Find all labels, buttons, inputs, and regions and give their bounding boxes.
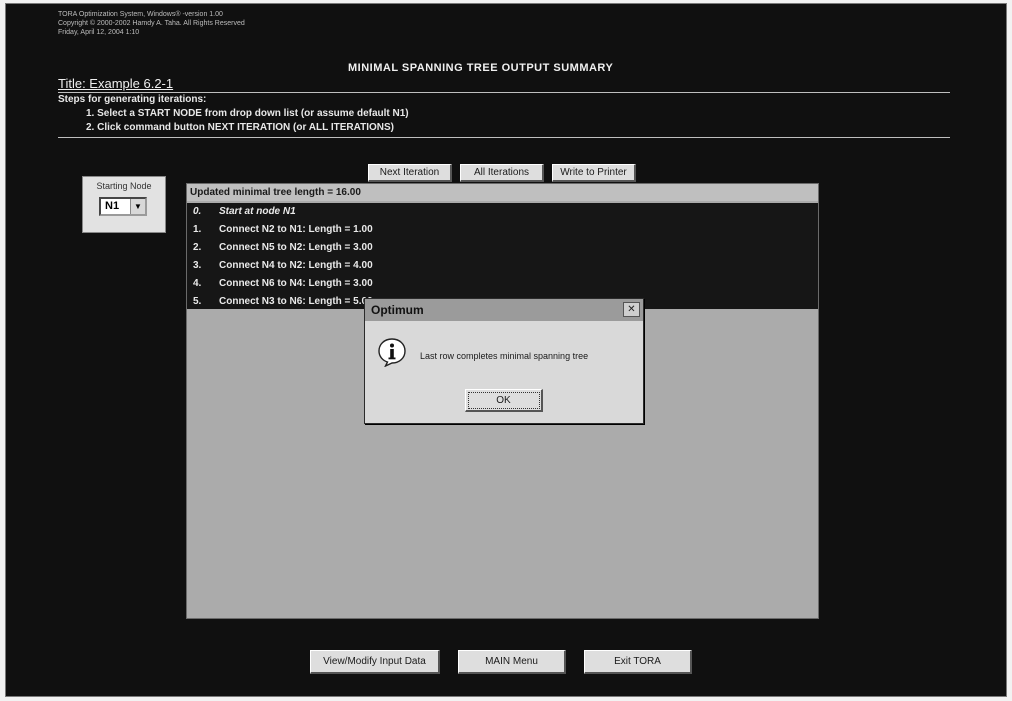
steps-heading: Steps for generating iterations:: [58, 94, 207, 105]
tree-length-header: Updated minimal tree length = 16.00: [187, 184, 818, 201]
copyright-notice: TORA Optimization System, Windows® -vers…: [58, 10, 245, 37]
row-text: Start at node N1: [219, 206, 296, 217]
iteration-list[interactable]: 0. Start at node N1 1. Connect N2 to N1: L…: [187, 203, 818, 309]
divider: [58, 92, 950, 93]
starting-node-box: Starting Node N1 ▼: [82, 176, 166, 233]
copyright-line: Friday, April 12, 2004 1:10: [58, 29, 140, 36]
row-number: 5.: [193, 296, 202, 307]
starting-node-label: Starting Node: [96, 181, 152, 191]
chevron-down-icon[interactable]: ▼: [130, 199, 145, 214]
example-title: Title: Example 6.2-1: [58, 76, 174, 91]
main-menu-button[interactable]: MAIN Menu: [458, 650, 566, 674]
selected-node-value: N1: [105, 200, 120, 212]
row-text: Connect N3 to N6: Length = 5.00: [219, 296, 373, 307]
list-item: 5. Connect N3 to N6: Length = 5.00: [193, 293, 373, 311]
copyright-line: TORA Optimization System, Windows® -vers…: [58, 11, 223, 18]
row-number: 2.: [193, 242, 202, 253]
close-icon[interactable]: ✕: [623, 302, 640, 317]
row-number: 3.: [193, 260, 202, 271]
row-text: Connect N6 to N4: Length = 3.00: [219, 278, 373, 289]
row-text: Connect N2 to N1: Length = 1.00: [219, 224, 373, 235]
list-item: 1. Connect N2 to N1: Length = 1.00: [193, 221, 373, 239]
divider: [58, 137, 950, 138]
row-text: Connect N5 to N2: Length = 3.00: [219, 242, 373, 253]
ok-button[interactable]: OK: [465, 389, 543, 412]
row-number: 4.: [193, 278, 202, 289]
list-item: 0. Start at node N1: [193, 203, 296, 221]
list-item: 4. Connect N6 to N4: Length = 3.00: [193, 275, 373, 293]
list-item: 3. Connect N4 to N2: Length = 4.00: [193, 257, 373, 275]
next-iteration-button[interactable]: Next Iteration: [368, 164, 452, 182]
page-title: MINIMAL SPANNING TREE OUTPUT SUMMARY: [348, 62, 614, 74]
optimum-dialog: Optimum ✕ Last row completes minimal spa…: [364, 298, 644, 424]
row-text: Connect N4 to N2: Length = 4.00: [219, 260, 373, 271]
info-icon: [378, 338, 406, 367]
tora-window: TORA Optimization System, Windows® -vers…: [6, 4, 1006, 696]
view-modify-input-button[interactable]: View/Modify Input Data: [310, 650, 440, 674]
exit-tora-button[interactable]: Exit TORA: [584, 650, 692, 674]
list-item: 2. Connect N5 to N2: Length = 3.00: [193, 239, 373, 257]
step-1: 1. Select a START NODE from drop down li…: [86, 108, 409, 119]
copyright-line: Copyright © 2000-2002 Hamdy A. Taha. All…: [58, 20, 245, 27]
write-to-printer-button[interactable]: Write to Printer: [552, 164, 636, 182]
row-number: 1.: [193, 224, 202, 235]
dialog-title: Optimum: [365, 299, 643, 321]
dialog-message: Last row completes minimal spanning tree: [420, 351, 589, 361]
all-iterations-button[interactable]: All Iterations: [460, 164, 544, 182]
step-2: 2. Click command button NEXT ITERATION (…: [86, 122, 394, 133]
starting-node-select[interactable]: N1 ▼: [99, 197, 147, 216]
row-number: 0.: [193, 206, 202, 217]
